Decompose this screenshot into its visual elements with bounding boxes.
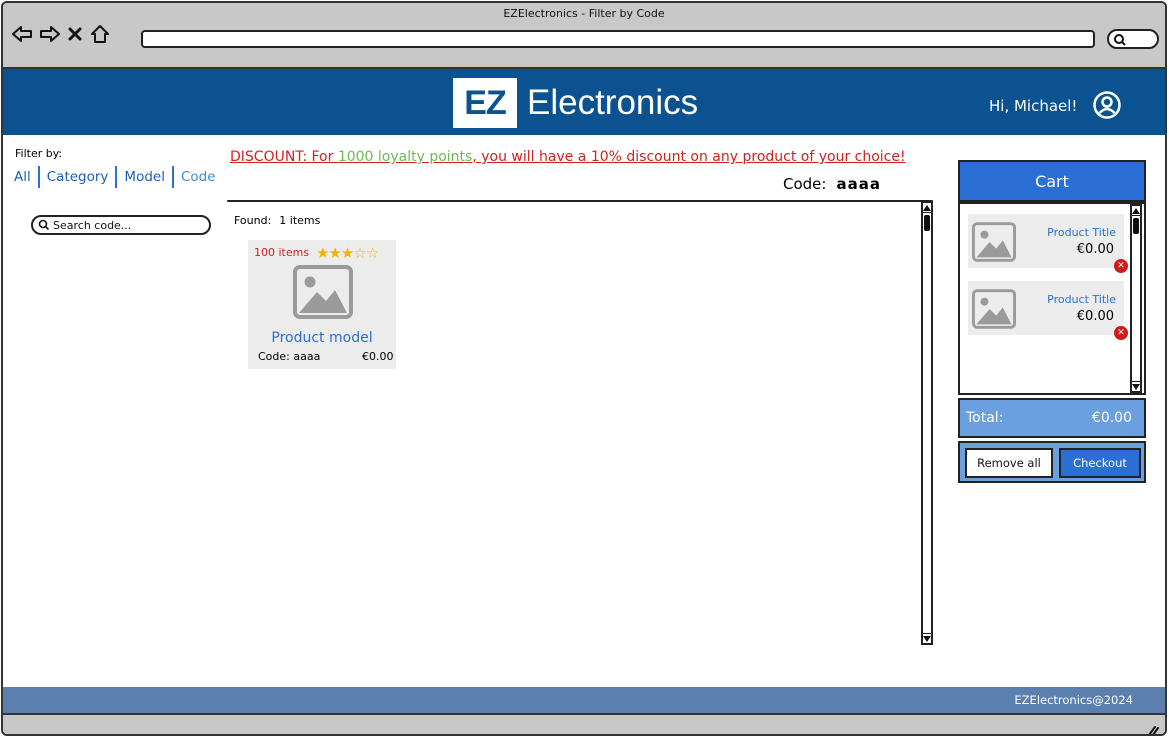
code-value: aaaa [836,175,881,193]
results-count: Found: 1 items [234,214,320,227]
product-code: Code: aaaa [258,350,321,363]
scroll-up-arrow-icon[interactable] [1132,206,1140,216]
search-icon [38,219,50,231]
scroll-down-arrow-icon[interactable] [1132,381,1140,391]
cart-list: Product Title €0.00 ✕ Product Title €0.0… [958,202,1146,395]
status-bar [3,713,1165,734]
loyalty-points: 1000 loyalty points [337,149,473,165]
scroll-thumb[interactable] [1133,218,1139,234]
image-placeholder-icon [972,289,1016,333]
product-model[interactable]: Product model [248,330,396,346]
image-placeholder-icon [293,265,353,323]
scroll-down-arrow-icon[interactable] [923,633,931,643]
logo-mark: EZ [453,78,517,128]
copyright: EZElectronics@2024 [1014,693,1133,707]
footer: EZElectronics@2024 [3,687,1165,713]
total-value: €0.00 [1091,410,1132,426]
cart-item-price: €0.00 [1076,242,1114,257]
forward-arrow-icon[interactable] [39,23,61,45]
search-icon [1114,34,1126,46]
star-empty-icon: ☆ [365,244,379,262]
browser-window: EZElectronics - Filter by Code EZ Electr… [1,1,1167,736]
resize-grip-icon[interactable] [1145,721,1159,734]
user-account-icon[interactable] [1092,90,1122,124]
cart-item[interactable]: Product Title €0.00 ✕ [968,281,1128,340]
filter-all-link[interactable]: All [14,169,31,185]
scroll-thumb[interactable] [924,215,930,231]
browser-search-button[interactable] [1107,29,1159,49]
address-bar[interactable] [141,30,1095,50]
discount-suffix: , you will have a 10% discount on any pr… [472,149,906,165]
logo-text: Electronics [527,83,699,122]
filter-category-link[interactable]: Category [47,169,109,185]
product-card[interactable]: 100 items ★★★☆☆ Product model Code: aaaa… [248,240,396,369]
code-search-input[interactable] [50,217,200,233]
app-header: EZ Electronics Hi, Michael! [3,69,1165,135]
back-arrow-icon[interactable] [11,23,33,45]
cart-item[interactable]: Product Title €0.00 ✕ [968,214,1128,273]
cart-actions: Remove all Checkout [958,441,1146,483]
separator [115,166,118,188]
star-empty-icon: ☆ [353,244,366,262]
found-label: Found: [234,214,272,227]
discount-prefix: DISCOUNT: For [230,149,338,165]
filter-code-link[interactable]: Code [181,169,216,185]
close-icon[interactable] [67,23,83,45]
filter-options: All Category Model Code [14,166,216,188]
product-price: €0.00 [362,350,394,363]
code-label: Code: [783,175,827,193]
user-greeting: Hi, Michael! [989,97,1078,115]
cart-item-price: €0.00 [1076,309,1114,324]
filter-label: Filter by: [15,147,63,160]
total-label: Total: [966,410,1004,426]
code-search-box[interactable] [31,215,211,235]
window-title: EZElectronics - Filter by Code [503,7,665,20]
found-count: 1 items [279,214,321,227]
remove-all-button[interactable]: Remove all [965,448,1053,478]
separator [171,166,174,188]
divider [227,200,933,202]
remove-item-icon[interactable]: ✕ [1114,326,1128,340]
cart-header: Cart [958,160,1146,202]
results-scrollbar[interactable] [921,201,933,645]
star-filled-icon: ★ [316,244,329,262]
image-placeholder-icon [972,222,1016,266]
url-input[interactable] [143,35,1093,50]
code-filter-display: Code: aaaa [783,175,881,193]
remove-item-icon[interactable]: ✕ [1114,259,1128,273]
star-filled-icon: ★ [328,244,341,262]
nav-controls [11,23,111,45]
cart-scrollbar[interactable] [1130,204,1142,393]
separator [37,166,40,188]
product-stock: 100 items [254,246,310,259]
star-rating: ★★★☆☆ [316,244,379,262]
cart-total: Total: €0.00 [958,398,1146,438]
browser-chrome: EZElectronics - Filter by Code [3,3,1165,69]
home-icon[interactable] [89,23,111,45]
filter-model-link[interactable]: Model [124,169,165,185]
scroll-up-arrow-icon[interactable] [923,203,931,213]
logo[interactable]: EZ Electronics [453,78,698,128]
cart-item-title: Product Title [1047,226,1116,239]
star-filled-icon: ★ [340,244,354,262]
discount-banner: DISCOUNT: For 1000 loyalty points, you w… [230,149,906,165]
cart-item-title: Product Title [1047,293,1116,306]
checkout-button[interactable]: Checkout [1059,448,1141,478]
